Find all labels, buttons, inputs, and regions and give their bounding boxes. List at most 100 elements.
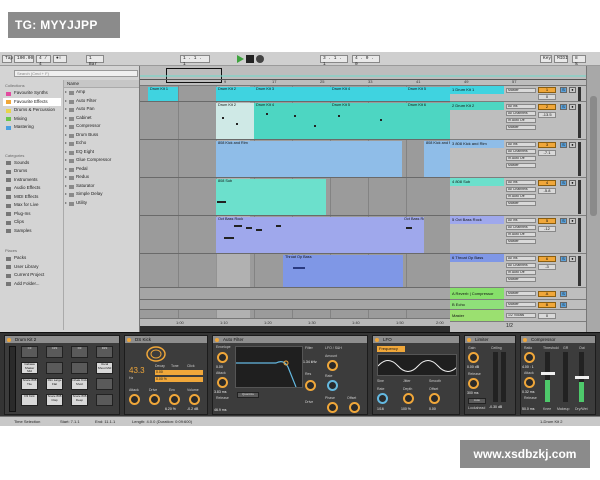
list-item[interactable]: ▸ Drum Buss — [64, 131, 139, 140]
solo-button[interactable]: S — [560, 302, 567, 308]
output-select[interactable]: Master — [506, 163, 536, 168]
monitor-select[interactable]: In Auto Off — [506, 118, 536, 123]
drum-pad[interactable]: Snare 808 Clap — [46, 394, 63, 406]
arm-button[interactable]: ● — [569, 218, 576, 224]
midi-clip[interactable]: Drum Kit 3 — [254, 87, 330, 101]
expand-arrow-icon[interactable]: ▸ — [65, 88, 67, 97]
track-header-4[interactable]: 4 808 Sub All Ins All Channels In Auto O… — [450, 178, 586, 216]
track-name[interactable]: 4 808 Sub — [450, 178, 504, 186]
drum-pad[interactable]: C#3 — [46, 346, 63, 358]
volume-field[interactable]: 0 — [538, 94, 556, 100]
input-type-select[interactable]: All Ins — [506, 218, 536, 223]
attack-knob[interactable] — [524, 377, 535, 388]
limiter-device[interactable]: Limiter Gain 0.00 dB Ceiling -0.30 dB Re… — [464, 335, 516, 415]
mapped-parameter[interactable]: Frequency — [377, 346, 405, 352]
drum-pad[interactable]: Rim Large Flat — [46, 378, 63, 390]
midi-note[interactable] — [224, 237, 234, 239]
midi-note[interactable] — [217, 201, 226, 203]
list-item[interactable]: ▸ Cabinet — [64, 114, 139, 123]
input-channel-select[interactable]: All Channels — [506, 149, 536, 154]
expand-arrow-icon[interactable]: ▸ — [65, 105, 67, 114]
track-activator-button[interactable]: 4 — [538, 180, 556, 186]
track-name[interactable]: 1 Drum Kit 1 — [450, 86, 504, 94]
device-title[interactable]: DS Kick — [125, 336, 207, 343]
drum-pad[interactable]: D3 Kick — [21, 394, 38, 406]
collection-item[interactable]: Mastering — [3, 123, 61, 132]
volume-knob[interactable] — [189, 394, 200, 405]
drum-rack-device[interactable]: Drum Kit 2 C3 C#3 D3 D#3 Cabasa Shaker M… — [4, 335, 120, 415]
drum-pad[interactable] — [96, 394, 113, 406]
beat-ruler[interactable]: 9 17 25 33 41 49 57 — [224, 79, 524, 85]
list-item[interactable]: ▸ Glue Compressor — [64, 156, 139, 165]
midi-clip[interactable]: 808 Kick and Rim — [216, 141, 402, 177]
output-select[interactable]: Master — [506, 302, 536, 307]
drum-pad[interactable] — [96, 378, 113, 390]
attack-knob[interactable] — [217, 377, 228, 388]
midi-note[interactable] — [246, 227, 252, 229]
track-header-6[interactable]: 6 Throat Op Bass All Ins All Channels In… — [450, 254, 586, 288]
depth-knob[interactable] — [403, 393, 414, 404]
cue-output-select[interactable]: 1/2 Vocals — [506, 313, 536, 318]
midi-clip[interactable]: Oct Bass Rock — [402, 217, 424, 253]
midi-clip[interactable]: Drum Kit 4 — [330, 87, 406, 101]
list-item[interactable]: ▸ EQ Eight — [64, 148, 139, 157]
list-item[interactable]: ▸ Redux — [64, 173, 139, 182]
midi-map-button[interactable]: MIDI — [554, 55, 568, 63]
gain-knob[interactable] — [468, 352, 479, 363]
track-activator-button[interactable]: 1 — [538, 87, 556, 93]
auto-filter-device[interactable]: Auto Filter Envelope 0.00 Attack 3.83 ms… — [212, 335, 368, 415]
input-channel-select[interactable]: All Channels — [506, 111, 536, 116]
device-power-icon[interactable] — [467, 337, 471, 342]
metronome-toggle[interactable]: ●○ — [53, 55, 67, 63]
category-item[interactable]: Max for Live — [3, 201, 61, 210]
browser-search-input[interactable]: Search (Cmd + F) — [14, 70, 138, 77]
midi-note[interactable] — [338, 115, 340, 117]
category-item[interactable]: Drums — [3, 167, 61, 176]
category-item[interactable]: Clips — [3, 218, 61, 227]
list-item[interactable]: ▸ Echo — [64, 139, 139, 148]
midi-note[interactable] — [276, 225, 281, 227]
list-item[interactable]: ▸ Pedal — [64, 165, 139, 174]
key-map-button[interactable]: Key — [540, 55, 552, 63]
expand-arrow-icon[interactable]: ▸ — [65, 173, 67, 182]
place-item[interactable]: Packs — [3, 254, 61, 263]
midi-note[interactable] — [294, 115, 296, 117]
arrangement-overview[interactable]: 9 17 25 33 41 49 57 — [140, 66, 586, 86]
master-track[interactable]: Master 1/2 Vocals 0 — [450, 310, 586, 322]
midi-clip[interactable]: 808 Kick and Rim — [424, 141, 450, 177]
category-item[interactable]: Sounds — [3, 159, 61, 168]
rate-knob[interactable] — [377, 393, 388, 404]
expand-arrow-icon[interactable]: ▸ — [65, 131, 67, 140]
volume-field[interactable]: -12 — [538, 226, 556, 232]
record-button[interactable] — [256, 55, 264, 63]
compressor-device[interactable]: Compressor Ratio 4.00 : 1 Attack 0.32 ms… — [520, 335, 596, 415]
output-select[interactable]: Master — [506, 201, 536, 206]
threshold-slider[interactable] — [541, 372, 555, 375]
release-knob[interactable] — [468, 378, 479, 389]
category-item[interactable]: MIDI Effects — [3, 193, 61, 202]
vertical-scrollbar[interactable] — [586, 66, 600, 332]
solo-button[interactable]: S — [560, 87, 567, 93]
drum-pad[interactable]: Inhale Kick Short — [71, 378, 88, 390]
expand-arrow-icon[interactable]: ▸ — [65, 182, 67, 191]
place-item[interactable]: User Library — [3, 263, 61, 272]
list-item[interactable]: ▸ Simple Delay — [64, 190, 139, 199]
time-ruler[interactable]: 1:00 1:10 1:20 1:30 1:40 1:50 2:00 — [140, 318, 450, 326]
input-channel-select[interactable]: All Channels — [506, 225, 536, 230]
lfo-device[interactable]: LFO Frequency Sine Jitter Smooth Rate 1/… — [372, 335, 460, 415]
arrangement-view[interactable]: Drum Kit 1 Drum Kit 2 Drum Kit 3 Drum Ki… — [140, 86, 450, 318]
midi-note[interactable] — [406, 227, 412, 229]
solo-button[interactable]: S — [560, 142, 567, 148]
makeup-slider[interactable] — [575, 376, 589, 379]
output-select[interactable]: Master — [506, 291, 536, 296]
drum-pad[interactable] — [71, 362, 88, 374]
volume-field[interactable]: -13.5 — [538, 112, 556, 118]
device-title[interactable]: LFO — [373, 336, 459, 343]
drum-pad[interactable]: D3 — [71, 346, 88, 358]
scrollbar-thumb[interactable] — [590, 96, 597, 216]
play-button[interactable] — [236, 55, 244, 63]
output-select[interactable]: Master — [506, 239, 536, 244]
category-item[interactable]: Samples — [3, 227, 61, 236]
drum-pad[interactable]: Snare 808 Tite — [21, 378, 38, 390]
selected-track-label[interactable]: 1-Drum Kit 2 — [540, 417, 562, 426]
